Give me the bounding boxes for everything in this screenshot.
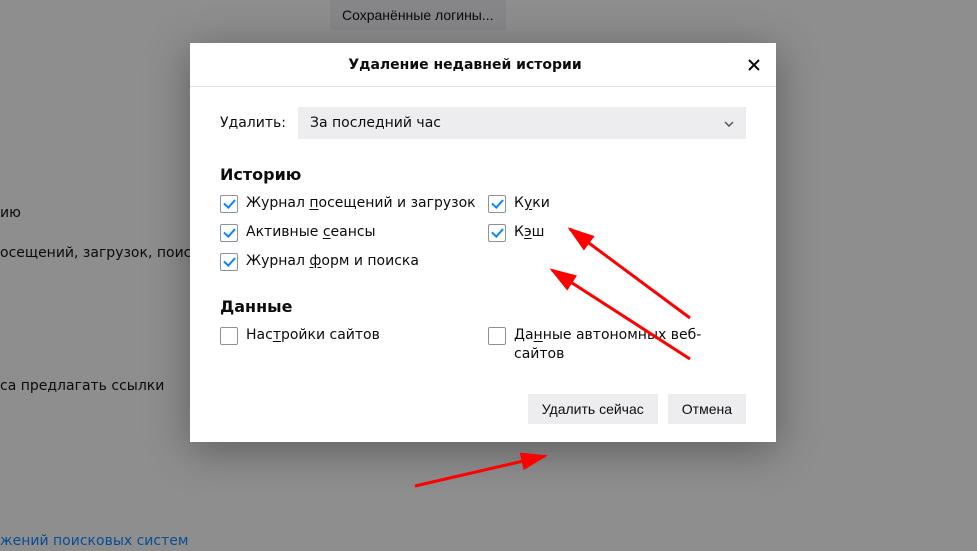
checkbox-cookies[interactable]: Куки — [488, 194, 746, 213]
checkbox-cache[interactable]: Кэш — [488, 223, 746, 242]
checkbox-input[interactable] — [220, 224, 238, 242]
checkbox-label: Настройки сайтов — [246, 326, 380, 345]
time-range-row: Удалить: За последний час — [220, 107, 746, 139]
dialog-title: Удаление недавней истории — [190, 57, 740, 73]
checkbox-input[interactable] — [220, 327, 238, 345]
dialog-header: Удаление недавней истории — [190, 43, 776, 87]
checkbox-label: Данные автономных веб-сайтов — [514, 326, 746, 364]
checkbox-label: Журнал посещений и загрузок — [246, 194, 476, 213]
checkbox-input[interactable] — [488, 195, 506, 213]
checkbox-label: Активные сеансы — [246, 223, 376, 242]
dialog-footer: Удалить сейчас Отмена — [220, 390, 746, 424]
checkbox-input[interactable] — [488, 224, 506, 242]
history-checkbox-grid: Журнал посещений и загрузок Куки Активны… — [220, 194, 746, 271]
cancel-button[interactable]: Отмена — [668, 394, 746, 424]
checkbox-active-sessions[interactable]: Активные сеансы — [220, 223, 478, 242]
clear-history-dialog: Удаление недавней истории Удалить: За по… — [190, 43, 776, 442]
checkbox-label: Журнал форм и поиска — [246, 252, 419, 271]
close-icon — [747, 58, 761, 72]
time-range-label: Удалить: — [220, 115, 286, 131]
time-range-value: За последний час — [310, 115, 441, 131]
checkbox-form-search-history[interactable]: Журнал форм и поиска — [220, 252, 478, 271]
close-button[interactable] — [740, 51, 768, 79]
checkbox-offline-website-data[interactable]: Данные автономных веб-сайтов — [488, 326, 746, 364]
chevron-down-icon — [724, 116, 734, 130]
section-history-title: Историю — [220, 165, 746, 184]
time-range-select[interactable]: За последний час — [298, 107, 746, 139]
checkbox-input[interactable] — [488, 327, 506, 345]
checkbox-browsing-history[interactable]: Журнал посещений и загрузок — [220, 194, 478, 213]
section-data-title: Данные — [220, 297, 746, 316]
data-checkbox-grid: Настройки сайтов Данные автономных веб-с… — [220, 326, 746, 364]
clear-now-button[interactable]: Удалить сейчас — [528, 394, 658, 424]
checkbox-site-preferences[interactable]: Настройки сайтов — [220, 326, 478, 364]
checkbox-input[interactable] — [220, 253, 238, 271]
checkbox-label: Куки — [514, 194, 550, 213]
checkbox-label: Кэш — [514, 223, 544, 242]
checkbox-input[interactable] — [220, 195, 238, 213]
